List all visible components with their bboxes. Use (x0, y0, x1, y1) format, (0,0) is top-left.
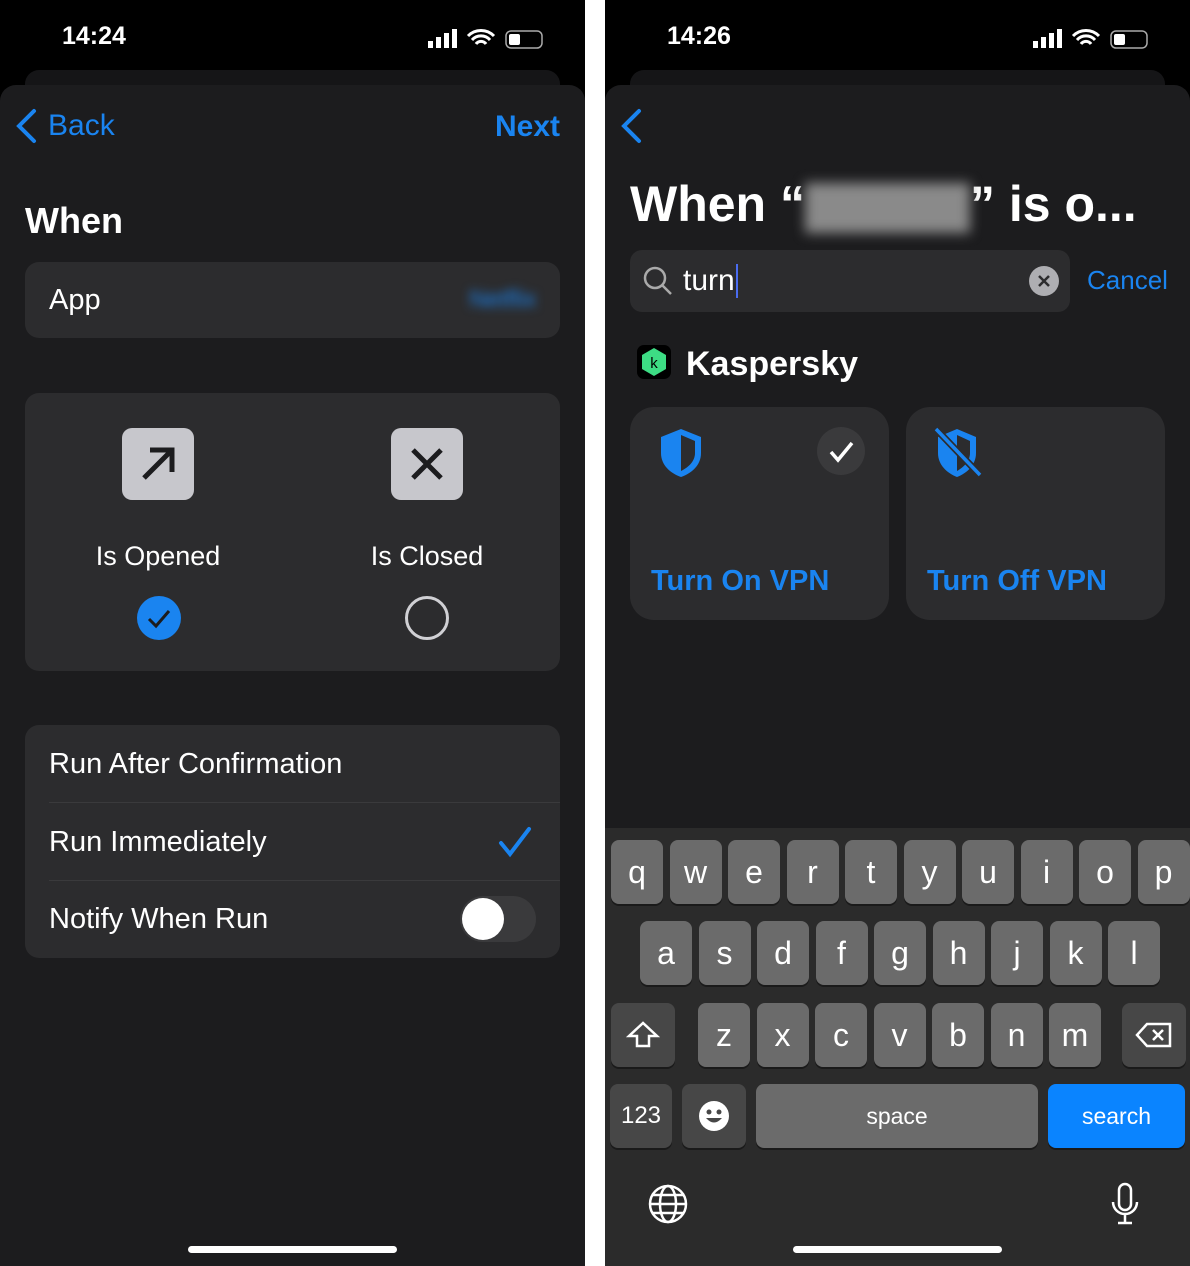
trigger-card: Is Opened Is Closed (25, 393, 560, 671)
key-x[interactable]: x (756, 1003, 809, 1067)
key-e[interactable]: e (728, 840, 780, 904)
key-q[interactable]: q (611, 840, 663, 904)
shield-slash-icon (933, 426, 983, 478)
arrow-up-right-icon (122, 428, 194, 500)
shift-icon (626, 1021, 660, 1048)
emoji-icon (699, 1101, 729, 1131)
globe-icon[interactable] (647, 1183, 689, 1230)
action-turn-on-vpn[interactable]: Turn On VPN (630, 407, 889, 620)
key-a[interactable]: a (640, 921, 692, 985)
microphone-icon[interactable] (1110, 1182, 1140, 1231)
blurred-app-name (804, 182, 970, 233)
key-h[interactable]: h (932, 921, 985, 985)
space-key[interactable]: space (756, 1084, 1038, 1148)
key-l[interactable]: l (1108, 921, 1160, 985)
action-turn-off-vpn[interactable]: Turn Off VPN (906, 407, 1165, 620)
status-icons (426, 28, 546, 55)
numbers-key[interactable]: 123 (610, 1084, 672, 1148)
key-t[interactable]: t (845, 840, 897, 904)
kaspersky-icon: k (637, 345, 671, 379)
run-options: Run After Confirmation Run Immediately N… (25, 725, 560, 958)
page-title: When (25, 200, 123, 241)
selected-check-icon (817, 427, 865, 475)
is-opened-radio[interactable] (136, 595, 182, 646)
status-time: 14:24 (62, 22, 126, 50)
status-time: 14:26 (667, 22, 731, 50)
option-notify-when-run: Notify When Run (49, 881, 560, 958)
page-title: When “” is o... (630, 176, 1137, 233)
back-chevron-icon[interactable] (619, 108, 643, 144)
option-run-after-confirmation[interactable]: Run After Confirmation (49, 725, 560, 803)
search-key[interactable]: search (1048, 1084, 1185, 1148)
right-screen: 14:26 When “” is o... turn Cancel k Kasp… (605, 0, 1190, 1266)
option-run-immediately[interactable]: Run Immediately (49, 803, 560, 881)
clear-icon[interactable] (1028, 265, 1060, 297)
key-o[interactable]: o (1079, 840, 1131, 904)
checkmark-icon (499, 827, 531, 858)
key-d[interactable]: d (757, 921, 809, 985)
left-screen: 14:24 Back Next When App Netflix Is Open… (0, 0, 585, 1266)
key-u[interactable]: u (962, 840, 1014, 904)
home-indicator (793, 1246, 1002, 1253)
home-indicator (188, 1246, 397, 1253)
notify-toggle[interactable] (460, 896, 536, 942)
key-i[interactable]: i (1020, 840, 1073, 904)
x-icon (391, 428, 463, 500)
key-v[interactable]: v (873, 1003, 926, 1067)
key-s[interactable]: s (698, 921, 751, 985)
key-j[interactable]: j (991, 921, 1043, 985)
shift-key[interactable] (611, 1003, 675, 1067)
keyboard: q w e r t y u i o p a s d f g h j k l z x c v b n m 123 space search (605, 828, 1190, 1266)
delete-icon (1135, 1022, 1172, 1048)
key-f[interactable]: f (815, 921, 868, 985)
key-n[interactable]: n (990, 1003, 1043, 1067)
key-b[interactable]: b (932, 1003, 984, 1067)
app-value: Netflix (469, 286, 536, 313)
cancel-button[interactable]: Cancel (1087, 265, 1168, 296)
delete-key[interactable] (1122, 1003, 1186, 1067)
key-p[interactable]: p (1137, 840, 1190, 904)
key-r[interactable]: r (786, 840, 839, 904)
app-row[interactable]: App Netflix (25, 262, 560, 338)
is-closed-radio[interactable] (404, 595, 450, 646)
shield-icon (661, 429, 701, 477)
next-button[interactable]: Next (495, 110, 560, 144)
chevron-left-icon (16, 109, 36, 143)
svg-text:k: k (650, 355, 658, 372)
key-y[interactable]: y (903, 840, 956, 904)
status-icons (1031, 28, 1151, 55)
key-m[interactable]: m (1049, 1003, 1101, 1067)
emoji-key[interactable] (682, 1084, 746, 1148)
key-w[interactable]: w (669, 840, 722, 904)
app-name: Kaspersky (686, 345, 859, 383)
back-button[interactable]: Back (14, 108, 115, 144)
key-k[interactable]: k (1049, 921, 1102, 985)
search-icon (643, 266, 672, 295)
key-c[interactable]: c (815, 1003, 867, 1067)
search-input[interactable]: turn (630, 250, 1070, 312)
key-z[interactable]: z (698, 1003, 750, 1067)
key-g[interactable]: g (874, 921, 926, 985)
